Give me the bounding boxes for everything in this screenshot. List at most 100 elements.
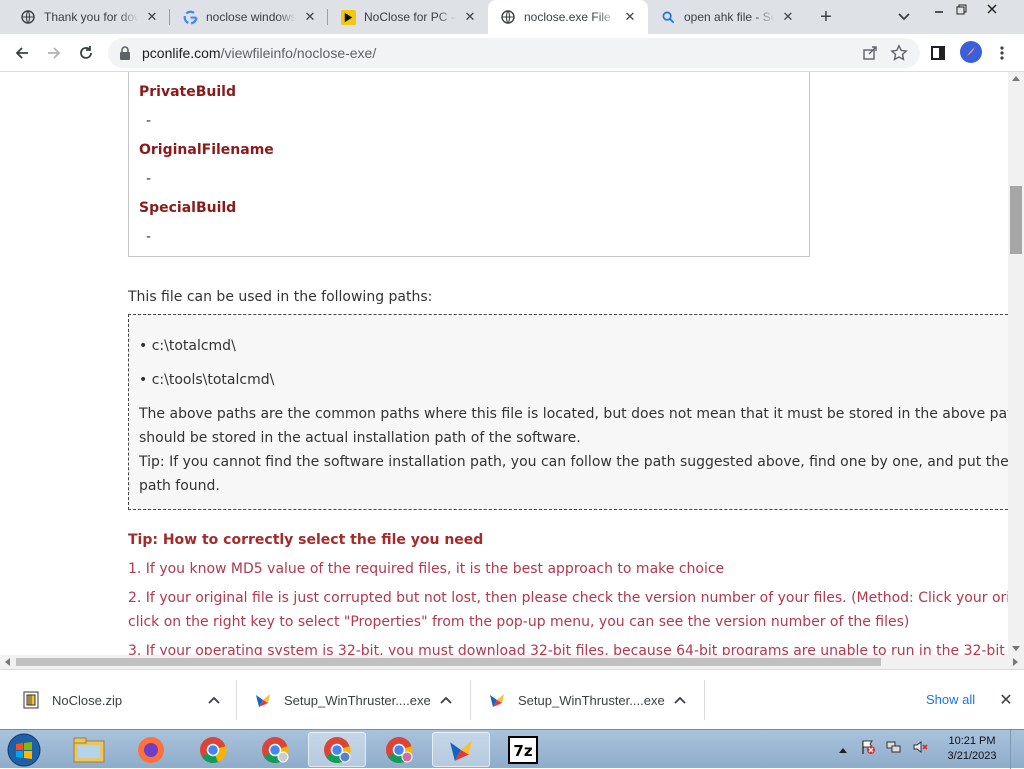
- taskbar-firefox[interactable]: [122, 732, 180, 767]
- svg-text:7z: 7z: [513, 742, 532, 760]
- paths-note-line: The above paths are the common paths whe…: [139, 406, 1008, 422]
- tip-item: 3. If your operating system is 32-bit, y…: [128, 643, 1008, 655]
- horizontal-scrollbar[interactable]: [0, 655, 1024, 669]
- taskbar-chrome-profile-2[interactable]: [370, 732, 428, 767]
- field-value-specialbuild: -: [146, 229, 152, 245]
- network-icon[interactable]: [886, 739, 906, 760]
- chevron-up-icon[interactable]: [206, 692, 222, 708]
- scroll-left-arrow-icon[interactable]: [5, 658, 10, 666]
- vertical-scrollbar[interactable]: [1008, 72, 1024, 655]
- new-tab-button[interactable]: +: [814, 6, 838, 28]
- tip-item: 2. If your original file is just corrupt…: [128, 590, 1008, 606]
- taskbar-chrome-profile[interactable]: [246, 732, 304, 767]
- url-text[interactable]: pconlife.com/viewfileinfo/noclose-exe/: [142, 45, 376, 61]
- profile-avatar[interactable]: [960, 41, 982, 63]
- close-tab-icon[interactable]: ✕: [144, 9, 160, 25]
- close-tab-icon[interactable]: ✕: [622, 9, 638, 25]
- reload-button[interactable]: [72, 39, 100, 67]
- close-tab-icon[interactable]: ✕: [462, 9, 478, 25]
- chevron-up-icon[interactable]: [438, 692, 454, 708]
- address-bar[interactable]: pconlife.com/viewfileinfo/noclose-exe/: [108, 38, 920, 68]
- tab-title: NoClose for PC - Download: [364, 10, 456, 24]
- show-all-downloads-link[interactable]: Show all: [926, 692, 975, 707]
- taskbar-chrome[interactable]: [184, 732, 242, 767]
- winthruster-icon: [488, 691, 506, 709]
- lock-icon[interactable]: [118, 45, 134, 61]
- winthruster-icon: [254, 691, 272, 709]
- tip-item: click on the right key to select "Proper…: [128, 614, 910, 630]
- menu-kebab-icon[interactable]: [988, 39, 1016, 67]
- close-tab-icon[interactable]: ✕: [302, 9, 318, 25]
- scroll-up-arrow-icon[interactable]: [1012, 76, 1020, 81]
- url-domain: pconlife.com: [142, 45, 221, 61]
- action-center-flag-icon[interactable]: [860, 739, 880, 760]
- show-hidden-icons-arrow-icon[interactable]: [838, 741, 852, 759]
- close-tab-icon[interactable]: ✕: [780, 9, 796, 25]
- scroll-down-arrow-icon[interactable]: [1012, 646, 1020, 651]
- tab-title: open ahk file - Search: [684, 10, 774, 24]
- horizontal-scroll-thumb[interactable]: [16, 658, 881, 666]
- system-tray: [838, 730, 932, 769]
- scroll-right-arrow-icon[interactable]: [1013, 658, 1018, 666]
- share-icon[interactable]: [862, 45, 878, 61]
- taskbar-7zip[interactable]: 7z: [494, 732, 552, 767]
- paths-intro: This file can be used in the following p…: [128, 289, 433, 305]
- taskbar-winthruster[interactable]: [432, 732, 490, 767]
- paths-tip-line: Tip: If you cannot find the software ins…: [139, 454, 1008, 470]
- window-controls: [928, 0, 1012, 18]
- windows-taskbar: 7z 10:21 PM 3/21/2023: [0, 729, 1024, 769]
- tab-search-chevron-icon[interactable]: [894, 8, 914, 26]
- path-item: • c:\tools\totalcmd\: [139, 372, 275, 388]
- tip-item: 1. If you know MD5 value of the required…: [128, 561, 725, 577]
- side-panel-button[interactable]: [924, 39, 952, 67]
- taskbar-chrome-active[interactable]: [308, 732, 366, 767]
- volume-muted-icon[interactable]: [912, 739, 932, 760]
- clock-date: 3/21/2023: [947, 750, 997, 762]
- restore-button[interactable]: [950, 0, 972, 18]
- close-window-button[interactable]: [972, 0, 1012, 18]
- paths-note-line: should be stored in the actual installat…: [139, 430, 581, 446]
- paths-tip-line: path found.: [139, 478, 220, 494]
- download-filename: NoClose.zip: [52, 692, 123, 708]
- clock-time: 10:21 PM: [948, 735, 996, 747]
- chevron-up-icon[interactable]: [672, 692, 688, 708]
- tab-thank-you[interactable]: Thank you for downloading ✕: [8, 0, 170, 34]
- download-filename: Setup_WinThruster....exe: [284, 692, 431, 708]
- tab-open-ahk[interactable]: open ahk file - Search ✕: [648, 0, 806, 34]
- vertical-scroll-thumb[interactable]: [1010, 186, 1022, 254]
- tab-noclose-pc[interactable]: NoClose for PC - Download ✕: [328, 0, 488, 34]
- browser-toolbar: pconlife.com/viewfileinfo/noclose-exe/: [0, 34, 1024, 72]
- tab-noclose-windows[interactable]: noclose windows ✕: [170, 0, 328, 34]
- download-bar: NoClose.zip Setup_WinThruster....exe Set…: [0, 669, 1024, 729]
- bookmark-star-icon[interactable]: [890, 44, 908, 62]
- paths-box: • c:\totalcmd\ • c:\tools\totalcmd\ The …: [128, 314, 1008, 510]
- field-value-originalfilename: -: [146, 171, 152, 187]
- field-label-originalfilename: OriginalFilename: [139, 142, 274, 158]
- tab-strip: Thank you for downloading ✕ noclose wind…: [0, 0, 1024, 34]
- start-button[interactable]: [4, 731, 44, 768]
- tab-title: Thank you for downloading: [44, 10, 138, 24]
- tab-title: noclose.exe File Download: [524, 10, 616, 24]
- field-label-privatebuild: PrivateBuild: [139, 84, 236, 100]
- path-item: • c:\totalcmd\: [139, 338, 236, 354]
- taskbar-clock[interactable]: 10:21 PM 3/21/2023: [944, 734, 1000, 764]
- download-item-winthruster-1[interactable]: Setup_WinThruster....exe: [254, 680, 466, 720]
- search-icon: [660, 9, 676, 25]
- taskbar-file-explorer[interactable]: [60, 732, 118, 767]
- download-item-winthruster-2[interactable]: Setup_WinThruster....exe: [488, 680, 700, 720]
- download-item-noclose-zip[interactable]: NoClose.zip: [22, 680, 232, 720]
- globe-icon: [20, 9, 36, 25]
- show-desktop-button[interactable]: [1010, 730, 1024, 769]
- back-button[interactable]: [8, 39, 36, 67]
- close-download-bar-icon[interactable]: ✕: [996, 690, 1016, 710]
- forward-button[interactable]: [40, 39, 68, 67]
- field-value-privatebuild: -: [146, 113, 152, 129]
- zip-file-icon: [22, 691, 40, 709]
- page-viewport: PrivateBuild - OriginalFilename - Specia…: [0, 72, 1008, 655]
- tab-noclose-exe[interactable]: noclose.exe File Download ✕: [488, 0, 648, 34]
- field-label-specialbuild: SpecialBuild: [139, 200, 237, 216]
- url-path: /viewfileinfo/noclose-exe/: [220, 45, 377, 61]
- minimize-button[interactable]: [928, 0, 950, 18]
- download-filename: Setup_WinThruster....exe: [518, 692, 665, 708]
- noclose-app-icon: [340, 9, 356, 25]
